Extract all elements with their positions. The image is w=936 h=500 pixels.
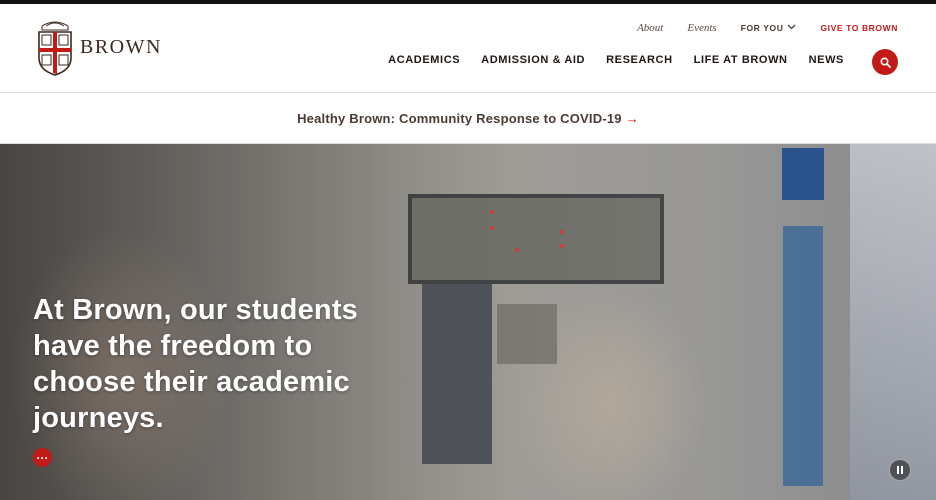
brown-shield-logo — [38, 21, 72, 76]
hero-video: At Brown, our students have the freedom … — [0, 144, 936, 500]
search-icon — [879, 56, 891, 68]
give-to-brown-link[interactable]: GIVE TO BROWN — [820, 23, 898, 33]
pause-icon — [901, 466, 903, 474]
about-link[interactable]: About — [637, 22, 663, 34]
nav-research[interactable]: RESEARCH — [606, 54, 673, 66]
main-nav: ACADEMICS ADMISSION & AID RESEARCH LIFE … — [367, 54, 844, 66]
for-you-label: FOR YOU — [740, 23, 784, 33]
events-link[interactable]: Events — [687, 22, 716, 34]
nav-news[interactable]: NEWS — [809, 54, 844, 66]
covid-alert-link[interactable]: Healthy Brown: Community Response to COV… — [297, 111, 639, 126]
brown-wordmark: BROWN — [80, 35, 162, 58]
utility-nav: About Events FOR YOU GIVE TO BROWN — [613, 22, 898, 34]
chevron-down-icon — [787, 24, 796, 30]
nav-life-at-brown[interactable]: LIFE AT BROWN — [694, 54, 788, 66]
covid-alert-banner: Healthy Brown: Community Response to COV… — [0, 93, 936, 144]
search-button[interactable] — [872, 49, 898, 75]
brown-logo-link[interactable]: BROWN — [36, 18, 162, 76]
nav-admission-aid[interactable]: ADMISSION & AID — [481, 54, 585, 66]
pause-button[interactable] — [889, 459, 911, 481]
nav-academics[interactable]: ACADEMICS — [388, 54, 460, 66]
hero-headline: At Brown, our students have the freedom … — [33, 294, 359, 434]
pause-icon — [897, 466, 899, 474]
covid-alert-text: Healthy Brown: Community Response to COV… — [297, 110, 622, 126]
arrow-right-icon: → — [625, 110, 639, 126]
for-you-dropdown[interactable]: FOR YOU — [741, 23, 797, 33]
site-header: BROWN About Events FOR YOU GIVE TO BROWN… — [0, 4, 936, 93]
more-button[interactable]: ··· — [33, 448, 52, 467]
